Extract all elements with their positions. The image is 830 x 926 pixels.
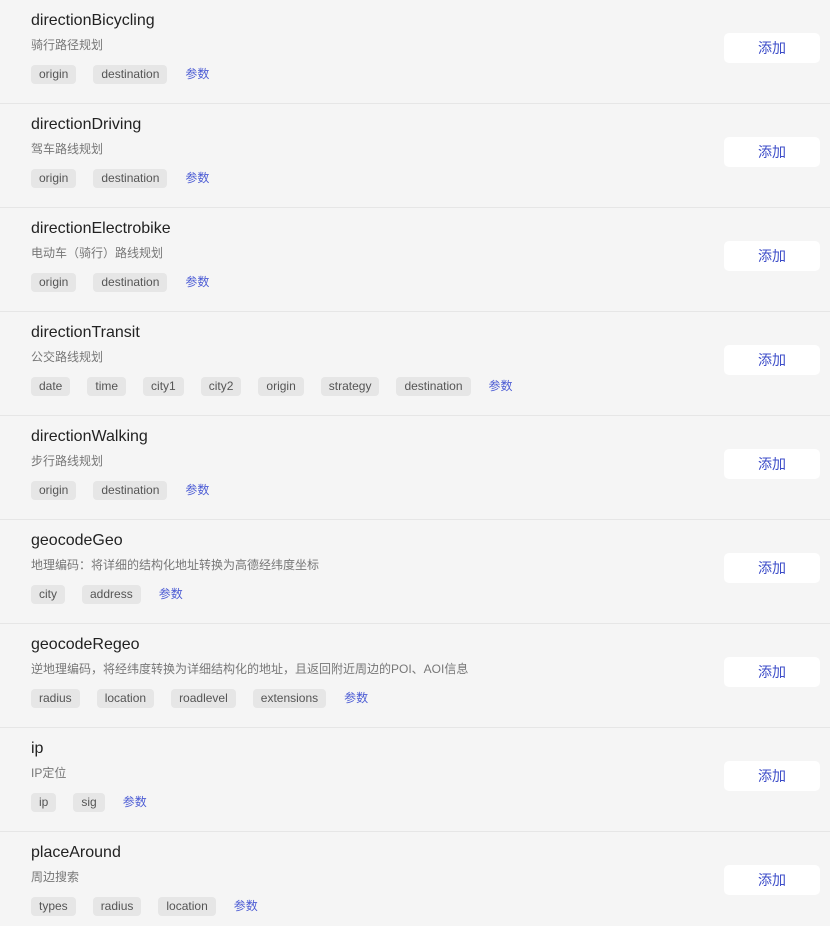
params-link[interactable]: 参数 xyxy=(185,481,209,500)
param-tag: radius xyxy=(92,897,142,916)
param-tag: strategy xyxy=(320,377,380,396)
api-name: ip xyxy=(31,740,44,757)
params-link[interactable]: 参数 xyxy=(123,793,147,812)
api-name: directionElectrobike xyxy=(31,220,171,237)
params-link[interactable]: 参数 xyxy=(185,273,209,292)
api-name: directionWalking xyxy=(31,428,148,445)
param-tags: radius location roadlevel extensions 参数 xyxy=(31,689,368,708)
api-item-directionWalking: directionWalking 步行路线规划 origin destinati… xyxy=(0,416,830,520)
api-list: directionBicycling 骑行路径规划 origin destina… xyxy=(0,0,830,926)
add-button[interactable]: 添加 xyxy=(724,553,820,583)
param-tag: address xyxy=(82,585,141,604)
api-name: geocodeRegeo xyxy=(31,636,140,653)
param-tag: date xyxy=(31,377,71,396)
api-item-geocodeGeo: geocodeGeo 地理编码：将详细的结构化地址转换为高德经纬度坐标 city… xyxy=(0,520,830,624)
param-tag: city1 xyxy=(143,377,184,396)
params-link[interactable]: 参数 xyxy=(159,585,183,604)
params-link[interactable]: 参数 xyxy=(234,897,258,916)
add-button[interactable]: 添加 xyxy=(724,449,820,479)
param-tags: city address 参数 xyxy=(31,585,183,604)
api-description: 骑行路径规划 xyxy=(31,38,104,52)
param-tag: sig xyxy=(73,793,105,812)
param-tag: types xyxy=(31,897,76,916)
params-link[interactable]: 参数 xyxy=(185,65,209,84)
api-description: IP定位 xyxy=(31,766,67,780)
params-link[interactable]: 参数 xyxy=(344,689,368,708)
param-tag: origin xyxy=(31,169,77,188)
param-tag: radius xyxy=(31,689,80,708)
add-button[interactable]: 添加 xyxy=(724,137,820,167)
param-tags: types radius location 参数 xyxy=(31,897,258,916)
add-button[interactable]: 添加 xyxy=(724,241,820,271)
param-tag: destination xyxy=(396,377,471,396)
api-description: 电动车（骑行）路线规划 xyxy=(31,246,164,260)
param-tag: destination xyxy=(93,169,168,188)
param-tags: date time city1 city2 origin strategy de… xyxy=(31,377,513,396)
api-name: directionBicycling xyxy=(31,12,155,29)
param-tag: time xyxy=(87,377,127,396)
api-name: directionDriving xyxy=(31,116,142,133)
api-item-directionTransit: directionTransit 公交路线规划 date time city1 … xyxy=(0,312,830,416)
api-description: 逆地理编码，将经纬度转换为详细结构化的地址，且返回附近周边的POI、AOI信息 xyxy=(31,662,469,676)
param-tag: extensions xyxy=(252,689,327,708)
params-link[interactable]: 参数 xyxy=(489,377,513,396)
api-description: 周边搜索 xyxy=(31,870,80,884)
api-description: 驾车路线规划 xyxy=(31,142,104,156)
api-item-directionDriving: directionDriving 驾车路线规划 origin destinati… xyxy=(0,104,830,208)
param-tags: origin destination 参数 xyxy=(31,481,209,500)
api-item-geocodeRegeo: geocodeRegeo 逆地理编码，将经纬度转换为详细结构化的地址，且返回附近… xyxy=(0,624,830,728)
add-button[interactable]: 添加 xyxy=(724,657,820,687)
param-tag: destination xyxy=(93,65,168,84)
param-tags: ip sig 参数 xyxy=(31,793,147,812)
param-tags: origin destination 参数 xyxy=(31,273,209,292)
add-button[interactable]: 添加 xyxy=(724,345,820,375)
param-tag: destination xyxy=(93,273,168,292)
param-tag: location xyxy=(96,689,155,708)
api-description: 步行路线规划 xyxy=(31,454,104,468)
api-description: 地理编码：将详细的结构化地址转换为高德经纬度坐标 xyxy=(31,558,320,572)
api-item-directionElectrobike: directionElectrobike 电动车（骑行）路线规划 origin … xyxy=(0,208,830,312)
param-tag: destination xyxy=(93,481,168,500)
add-button[interactable]: 添加 xyxy=(724,761,820,791)
api-item-placeAround: placeAround 周边搜索 types radius location 参… xyxy=(0,832,830,926)
param-tag: ip xyxy=(31,793,57,812)
param-tag: location xyxy=(158,897,216,916)
add-button[interactable]: 添加 xyxy=(724,33,820,63)
api-item-directionBicycling: directionBicycling 骑行路径规划 origin destina… xyxy=(0,0,830,104)
param-tag: city xyxy=(31,585,65,604)
param-tag: origin xyxy=(31,273,77,292)
add-button[interactable]: 添加 xyxy=(724,865,820,895)
api-name: directionTransit xyxy=(31,324,140,341)
param-tag: origin xyxy=(31,481,77,500)
api-name: geocodeGeo xyxy=(31,532,123,549)
api-name: placeAround xyxy=(31,844,121,861)
param-tag: origin xyxy=(31,65,77,84)
api-item-ip: ip IP定位 ip sig 参数 添加 xyxy=(0,728,830,832)
param-tags: origin destination 参数 xyxy=(31,65,209,84)
param-tag: city2 xyxy=(200,377,242,396)
params-link[interactable]: 参数 xyxy=(185,169,209,188)
param-tag: roadlevel xyxy=(171,689,236,708)
param-tag: origin xyxy=(258,377,304,396)
api-description: 公交路线规划 xyxy=(31,350,104,364)
param-tags: origin destination 参数 xyxy=(31,169,209,188)
